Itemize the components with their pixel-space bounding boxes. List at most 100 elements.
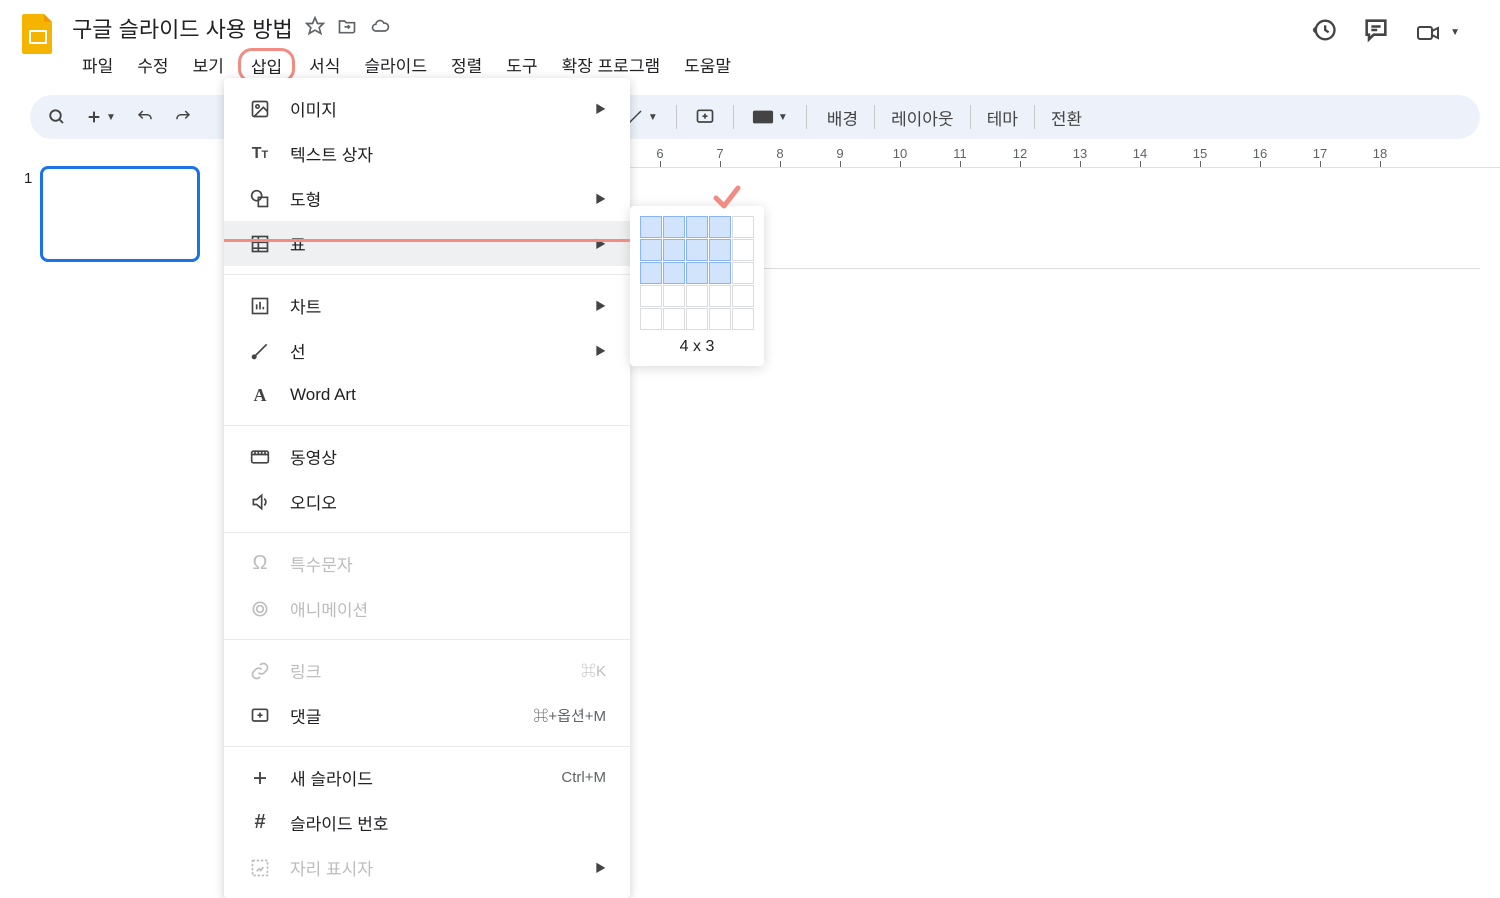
menubar-item-0[interactable]: 파일 xyxy=(72,48,123,83)
menu-item-label: 선 xyxy=(290,338,595,363)
ruler-tick: 14 xyxy=(1110,146,1170,167)
ruler-tick: 7 xyxy=(690,146,750,167)
undo-button[interactable] xyxy=(128,102,162,132)
shape-icon xyxy=(248,187,272,211)
table-grid-cell[interactable] xyxy=(709,216,731,238)
toolbar-text-3[interactable]: 전환 xyxy=(1041,105,1092,130)
submenu-arrow-icon: ▶ xyxy=(595,191,606,207)
table-grid-cell[interactable] xyxy=(686,216,708,238)
cloud-status-icon[interactable] xyxy=(369,16,391,41)
video-icon xyxy=(248,445,272,469)
table-size-picker[interactable]: 4 x 3 xyxy=(630,206,764,366)
submenu-arrow-icon: ▶ xyxy=(595,343,606,359)
annotation-check-icon xyxy=(712,184,742,215)
ruler-tick: 15 xyxy=(1170,146,1230,167)
table-grid-cell[interactable] xyxy=(732,262,754,284)
menu-item-hash-icon[interactable]: # 슬라이드 번호 xyxy=(224,800,630,845)
submenu-arrow-icon: ▶ xyxy=(595,860,606,876)
menu-item-video-icon[interactable]: 동영상 xyxy=(224,434,630,479)
menu-item-image-icon[interactable]: 이미지▶ xyxy=(224,86,630,131)
add-comment-button[interactable] xyxy=(687,101,723,133)
move-folder-icon[interactable] xyxy=(337,16,357,41)
redo-button[interactable] xyxy=(166,102,200,132)
table-grid-cell[interactable] xyxy=(732,239,754,261)
chart-icon xyxy=(248,294,272,318)
plus-icon xyxy=(248,766,272,790)
table-grid-cell[interactable] xyxy=(663,308,685,330)
table-grid-cell[interactable] xyxy=(663,216,685,238)
menu-item-shortcut: ⌘+옵션+M xyxy=(533,705,606,726)
hash-icon: # xyxy=(248,811,272,835)
menu-item-table-icon[interactable]: 표▶ xyxy=(224,221,630,266)
table-grid-cell[interactable] xyxy=(709,262,731,284)
star-icon[interactable] xyxy=(305,16,325,41)
menu-item-label: 슬라이드 번호 xyxy=(290,810,606,835)
ruler-tick: 16 xyxy=(1230,146,1290,167)
menu-item-shortcut: Ctrl+M xyxy=(561,769,606,786)
menubar-item-1[interactable]: 수정 xyxy=(127,48,178,83)
menu-item-label: 도형 xyxy=(290,186,595,211)
history-icon[interactable] xyxy=(1310,16,1338,49)
slide-thumbnail-1[interactable] xyxy=(40,166,200,262)
table-grid-cell[interactable] xyxy=(709,285,731,307)
toolbar-text-2[interactable]: 테마 xyxy=(977,105,1028,130)
menu-item-label: 텍스트 상자 xyxy=(290,141,606,166)
menu-item-audio-icon[interactable]: 오디오 xyxy=(224,479,630,524)
table-grid-cell[interactable] xyxy=(686,308,708,330)
menu-item-label: 이미지 xyxy=(290,96,595,121)
menu-item-word-art-icon[interactable]: A Word Art xyxy=(224,373,630,417)
table-grid-cell[interactable] xyxy=(732,285,754,307)
slides-logo[interactable] xyxy=(20,12,56,56)
menu-separator xyxy=(224,425,630,426)
table-grid-cell[interactable] xyxy=(640,216,662,238)
menu-item-label: 링크 xyxy=(290,658,581,683)
new-slide-button[interactable]: ▼ xyxy=(78,103,124,131)
table-grid-cell[interactable] xyxy=(732,216,754,238)
menubar-item-9[interactable]: 도움말 xyxy=(674,48,741,83)
menu-item-shape-icon[interactable]: 도형▶ xyxy=(224,176,630,221)
table-grid-cell[interactable] xyxy=(686,285,708,307)
ruler-tick: 9 xyxy=(810,146,870,167)
table-grid-cell[interactable] xyxy=(686,262,708,284)
table-grid-cell[interactable] xyxy=(663,262,685,284)
menu-item-comment-icon[interactable]: 댓글⌘+옵션+M xyxy=(224,693,630,738)
table-grid-cell[interactable] xyxy=(709,239,731,261)
annotation-underline xyxy=(224,239,630,242)
table-grid-cell[interactable] xyxy=(640,262,662,284)
table-grid-cell[interactable] xyxy=(640,239,662,261)
menu-item-chart-icon[interactable]: 차트▶ xyxy=(224,283,630,328)
comments-icon[interactable] xyxy=(1362,16,1390,49)
present-video-icon[interactable]: ▼ xyxy=(1414,21,1460,45)
search-button[interactable] xyxy=(40,102,74,132)
submenu-arrow-icon: ▶ xyxy=(595,236,606,252)
toolbar-text-1[interactable]: 레이아웃 xyxy=(881,105,964,130)
table-grid-cell[interactable] xyxy=(663,239,685,261)
menu-item-label: Word Art xyxy=(290,385,606,405)
link-icon xyxy=(248,659,272,683)
table-grid-cell[interactable] xyxy=(663,285,685,307)
menu-item-label: 차트 xyxy=(290,293,595,318)
table-grid-cell[interactable] xyxy=(640,308,662,330)
table-grid-cell[interactable] xyxy=(640,285,662,307)
toolbar-text-0[interactable]: 배경 xyxy=(817,105,868,130)
menu-item-text-box-icon[interactable]: TT텍스트 상자 xyxy=(224,131,630,176)
table-grid-cell[interactable] xyxy=(686,239,708,261)
ruler-tick: 11 xyxy=(930,146,990,167)
menu-item-label: 오디오 xyxy=(290,489,606,514)
placeholder-icon xyxy=(248,856,272,880)
keyboard-button[interactable]: ▼ xyxy=(744,103,796,131)
menu-item-shortcut: ⌘K xyxy=(581,660,606,681)
ruler-tick: 8 xyxy=(750,146,810,167)
animation-icon xyxy=(248,597,272,621)
table-grid-cell[interactable] xyxy=(709,308,731,330)
insert-menu-dropdown: 이미지▶TT텍스트 상자도형▶표▶차트▶선▶AWord Art동영상오디오Ω특수… xyxy=(224,78,630,898)
menu-item-plus-icon[interactable]: 새 슬라이드Ctrl+M xyxy=(224,755,630,800)
menu-item-label: 자리 표시자 xyxy=(290,855,595,880)
table-grid-cell[interactable] xyxy=(732,308,754,330)
word-art-icon: A xyxy=(248,383,272,407)
ruler-tick: 13 xyxy=(1050,146,1110,167)
document-title[interactable]: 구글 슬라이드 사용 방법 xyxy=(72,12,293,44)
menu-separator xyxy=(224,532,630,533)
menu-item-line-icon[interactable]: 선▶ xyxy=(224,328,630,373)
image-icon xyxy=(248,97,272,121)
